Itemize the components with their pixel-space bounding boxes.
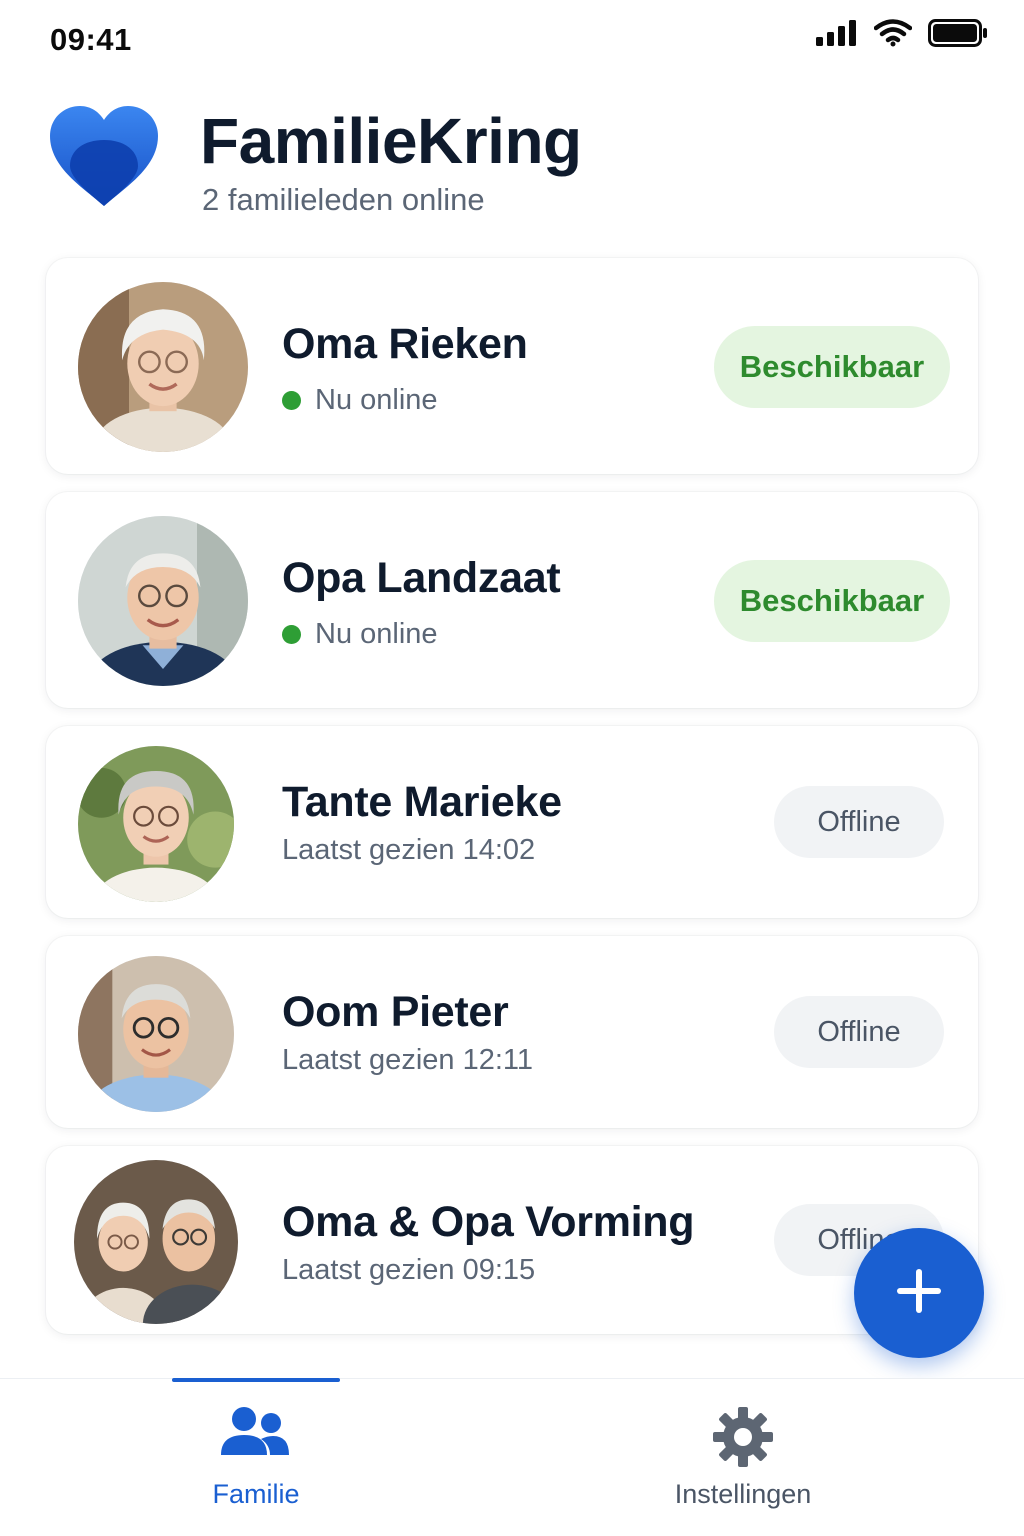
online-dot-icon xyxy=(282,625,301,644)
app-screen: 09:41 FamilieKring 2 familieleden online… xyxy=(0,0,1024,1536)
tab-label: Familie xyxy=(212,1479,300,1509)
member-status-text: Laatst gezien 12:11 xyxy=(282,1044,533,1076)
avatar xyxy=(78,516,248,686)
online-dot-icon xyxy=(282,391,301,410)
tab-instellingen[interactable]: Instellingen xyxy=(640,1379,846,1536)
status-bar: 09:41 xyxy=(0,0,1024,80)
member-card[interactable]: Oom Pieter Laatst gezien 12:11 Offline xyxy=(46,936,978,1128)
add-member-button[interactable] xyxy=(854,1228,984,1358)
people-icon xyxy=(221,1405,291,1466)
member-name: Oma & Opa Vorming xyxy=(282,1198,695,1246)
bottom-nav: Familie Instellingen xyxy=(0,1378,1024,1536)
member-status-text: Nu online xyxy=(315,618,438,650)
wifi-icon xyxy=(873,19,913,52)
tab-label: Instellingen xyxy=(674,1479,812,1509)
app-header: FamilieKring 2 familieleden online xyxy=(0,96,1024,236)
status-time: 09:41 xyxy=(50,22,132,57)
status-badge: Offline xyxy=(774,996,944,1068)
member-status: Laatst gezien 14:02 xyxy=(282,834,535,867)
member-status: Nu online xyxy=(282,618,438,651)
plus-icon xyxy=(893,1265,945,1322)
member-name: Tante Marieke xyxy=(282,778,562,826)
member-status: Nu online xyxy=(282,384,438,417)
online-count-text: 2 familieleden online xyxy=(202,182,485,217)
family-member-list: Oma Rieken Nu online Beschikbaar Opa Lan… xyxy=(46,258,978,1334)
battery-icon xyxy=(928,18,988,53)
avatar xyxy=(78,282,248,452)
gear-icon xyxy=(711,1405,775,1474)
member-card[interactable]: Oma Rieken Nu online Beschikbaar xyxy=(46,258,978,474)
status-badge: Beschikbaar xyxy=(714,326,950,408)
member-card[interactable]: Oma & Opa Vorming Laatst gezien 09:15 Of… xyxy=(46,1146,978,1334)
member-status: Laatst gezien 12:11 xyxy=(282,1044,533,1077)
heart-logo-icon xyxy=(46,102,162,210)
signal-icon xyxy=(816,20,858,51)
member-status-text: Laatst gezien 14:02 xyxy=(282,834,536,866)
avatar xyxy=(78,746,234,902)
page-title: FamilieKring xyxy=(200,105,582,177)
status-badge: Offline xyxy=(774,786,944,858)
member-status-text: Laatst gezien 09:15 xyxy=(282,1254,536,1286)
member-name: Oom Pieter xyxy=(282,988,509,1036)
member-status-text: Nu online xyxy=(315,384,438,416)
status-badge: Beschikbaar xyxy=(714,560,950,642)
tab-familie[interactable]: Familie xyxy=(172,1378,340,1536)
member-name: Opa Landzaat xyxy=(282,554,561,602)
avatar xyxy=(74,1160,238,1324)
status-icons xyxy=(816,18,988,53)
member-status: Laatst gezien 09:15 xyxy=(282,1254,535,1287)
member-name: Oma Rieken xyxy=(282,320,528,368)
member-card[interactable]: Tante Marieke Laatst gezien 14:02 Offlin… xyxy=(46,726,978,918)
active-tab-indicator xyxy=(172,1378,340,1382)
avatar xyxy=(78,956,234,1112)
member-card[interactable]: Opa Landzaat Nu online Beschikbaar xyxy=(46,492,978,708)
